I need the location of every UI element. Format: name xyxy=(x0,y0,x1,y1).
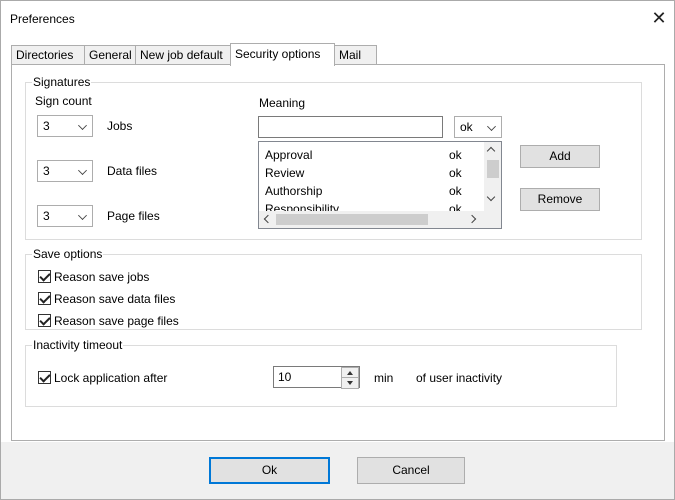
save-options-group-label: Save options xyxy=(32,247,104,261)
spin-down-icon[interactable] xyxy=(342,378,358,388)
minutes-value: 10 xyxy=(278,370,292,384)
reason-save-page-files-checkbox[interactable] xyxy=(38,314,51,327)
page-files-label: Page files xyxy=(107,209,160,223)
list-item[interactable]: Authorship xyxy=(265,184,322,198)
meaning-value: ok xyxy=(460,120,473,134)
scroll-left-icon[interactable] xyxy=(263,214,273,224)
minutes-spinner[interactable]: 10 xyxy=(273,366,360,389)
chevron-down-icon xyxy=(78,166,87,175)
vertical-scroll-thumb[interactable] xyxy=(487,160,499,178)
user-inactivity-label: of user inactivity xyxy=(416,371,503,385)
horizontal-scroll-thumb[interactable] xyxy=(276,214,428,225)
spin-up-icon[interactable] xyxy=(342,368,358,378)
reason-save-jobs-checkbox[interactable] xyxy=(38,270,51,283)
meaning-text-field[interactable] xyxy=(259,117,442,137)
page-files-count-combo[interactable]: 3 xyxy=(37,205,93,227)
chevron-down-icon xyxy=(487,122,496,131)
signatures-group-label: Signatures xyxy=(32,75,92,89)
remove-button[interactable]: Remove xyxy=(520,188,600,211)
meaning-label: Meaning xyxy=(259,96,306,110)
tab-mail[interactable]: Mail xyxy=(334,45,377,65)
tab-general[interactable]: General xyxy=(84,45,136,65)
ok-button[interactable]: Ok xyxy=(209,457,330,484)
scroll-down-icon[interactable] xyxy=(486,192,496,202)
list-item[interactable]: Review xyxy=(265,166,304,180)
chevron-down-icon xyxy=(78,121,87,130)
jobs-label: Jobs xyxy=(107,119,133,133)
list-item-value: ok xyxy=(449,166,462,180)
data-files-count-value: 3 xyxy=(43,164,50,178)
meaning-value-combo[interactable]: ok xyxy=(454,116,502,138)
jobs-count-combo[interactable]: 3 xyxy=(37,115,93,137)
signatures-group: Signatures Sign count Meaning 3 Jobs 3 D… xyxy=(25,75,642,240)
scrollbar-corner xyxy=(484,211,501,228)
scroll-right-icon[interactable] xyxy=(467,214,477,224)
reason-save-page-files-label: Reason save page files xyxy=(54,314,179,328)
close-icon[interactable]: ✕ xyxy=(644,5,674,33)
reason-save-data-files-checkbox[interactable] xyxy=(38,292,51,305)
reason-save-data-files-label: Reason save data files xyxy=(54,292,176,306)
inactivity-timeout-group-label: Inactivity timeout xyxy=(32,338,124,352)
tab-directories[interactable]: Directories xyxy=(11,45,85,65)
lock-application-label: Lock application after xyxy=(54,371,168,385)
chevron-down-icon xyxy=(78,211,87,220)
cancel-button[interactable]: Cancel xyxy=(357,457,465,484)
data-files-count-combo[interactable]: 3 xyxy=(37,160,93,182)
minutes-unit-label: min xyxy=(374,371,394,385)
data-files-label: Data files xyxy=(107,164,158,178)
list-item-value: ok xyxy=(449,184,462,198)
sign-count-label: Sign count xyxy=(35,94,92,108)
preferences-window: Preferences ✕ Directories General New jo… xyxy=(0,0,675,500)
reason-save-jobs-label: Reason save jobs xyxy=(54,270,150,284)
page-files-count-value: 3 xyxy=(43,209,50,223)
vertical-scrollbar[interactable] xyxy=(484,142,501,212)
inactivity-timeout-group: Inactivity timeout Lock application afte… xyxy=(25,338,617,407)
lock-application-checkbox[interactable] xyxy=(38,371,51,384)
save-options-group: Save options Reason save jobs Reason sav… xyxy=(25,247,642,330)
meaning-list[interactable]: Approval ok Review ok Authorship ok Resp… xyxy=(258,141,502,229)
tab-panel: Signatures Sign count Meaning 3 Jobs 3 D… xyxy=(11,64,665,441)
window-title: Preferences xyxy=(10,12,75,26)
jobs-count-value: 3 xyxy=(43,119,50,133)
scroll-up-icon[interactable] xyxy=(486,146,496,156)
list-item[interactable]: Approval xyxy=(265,148,312,162)
dialog-footer: Ok Cancel xyxy=(1,442,674,499)
spinner-buttons[interactable] xyxy=(341,367,359,389)
tab-new-job-default[interactable]: New job default xyxy=(135,45,231,65)
add-button[interactable]: Add xyxy=(520,145,600,168)
tab-security-options[interactable]: Security options xyxy=(230,43,335,66)
meaning-input[interactable] xyxy=(258,116,443,138)
title-bar: Preferences ✕ xyxy=(1,1,674,37)
list-item-value: ok xyxy=(449,148,462,162)
horizontal-scrollbar[interactable] xyxy=(259,211,486,228)
